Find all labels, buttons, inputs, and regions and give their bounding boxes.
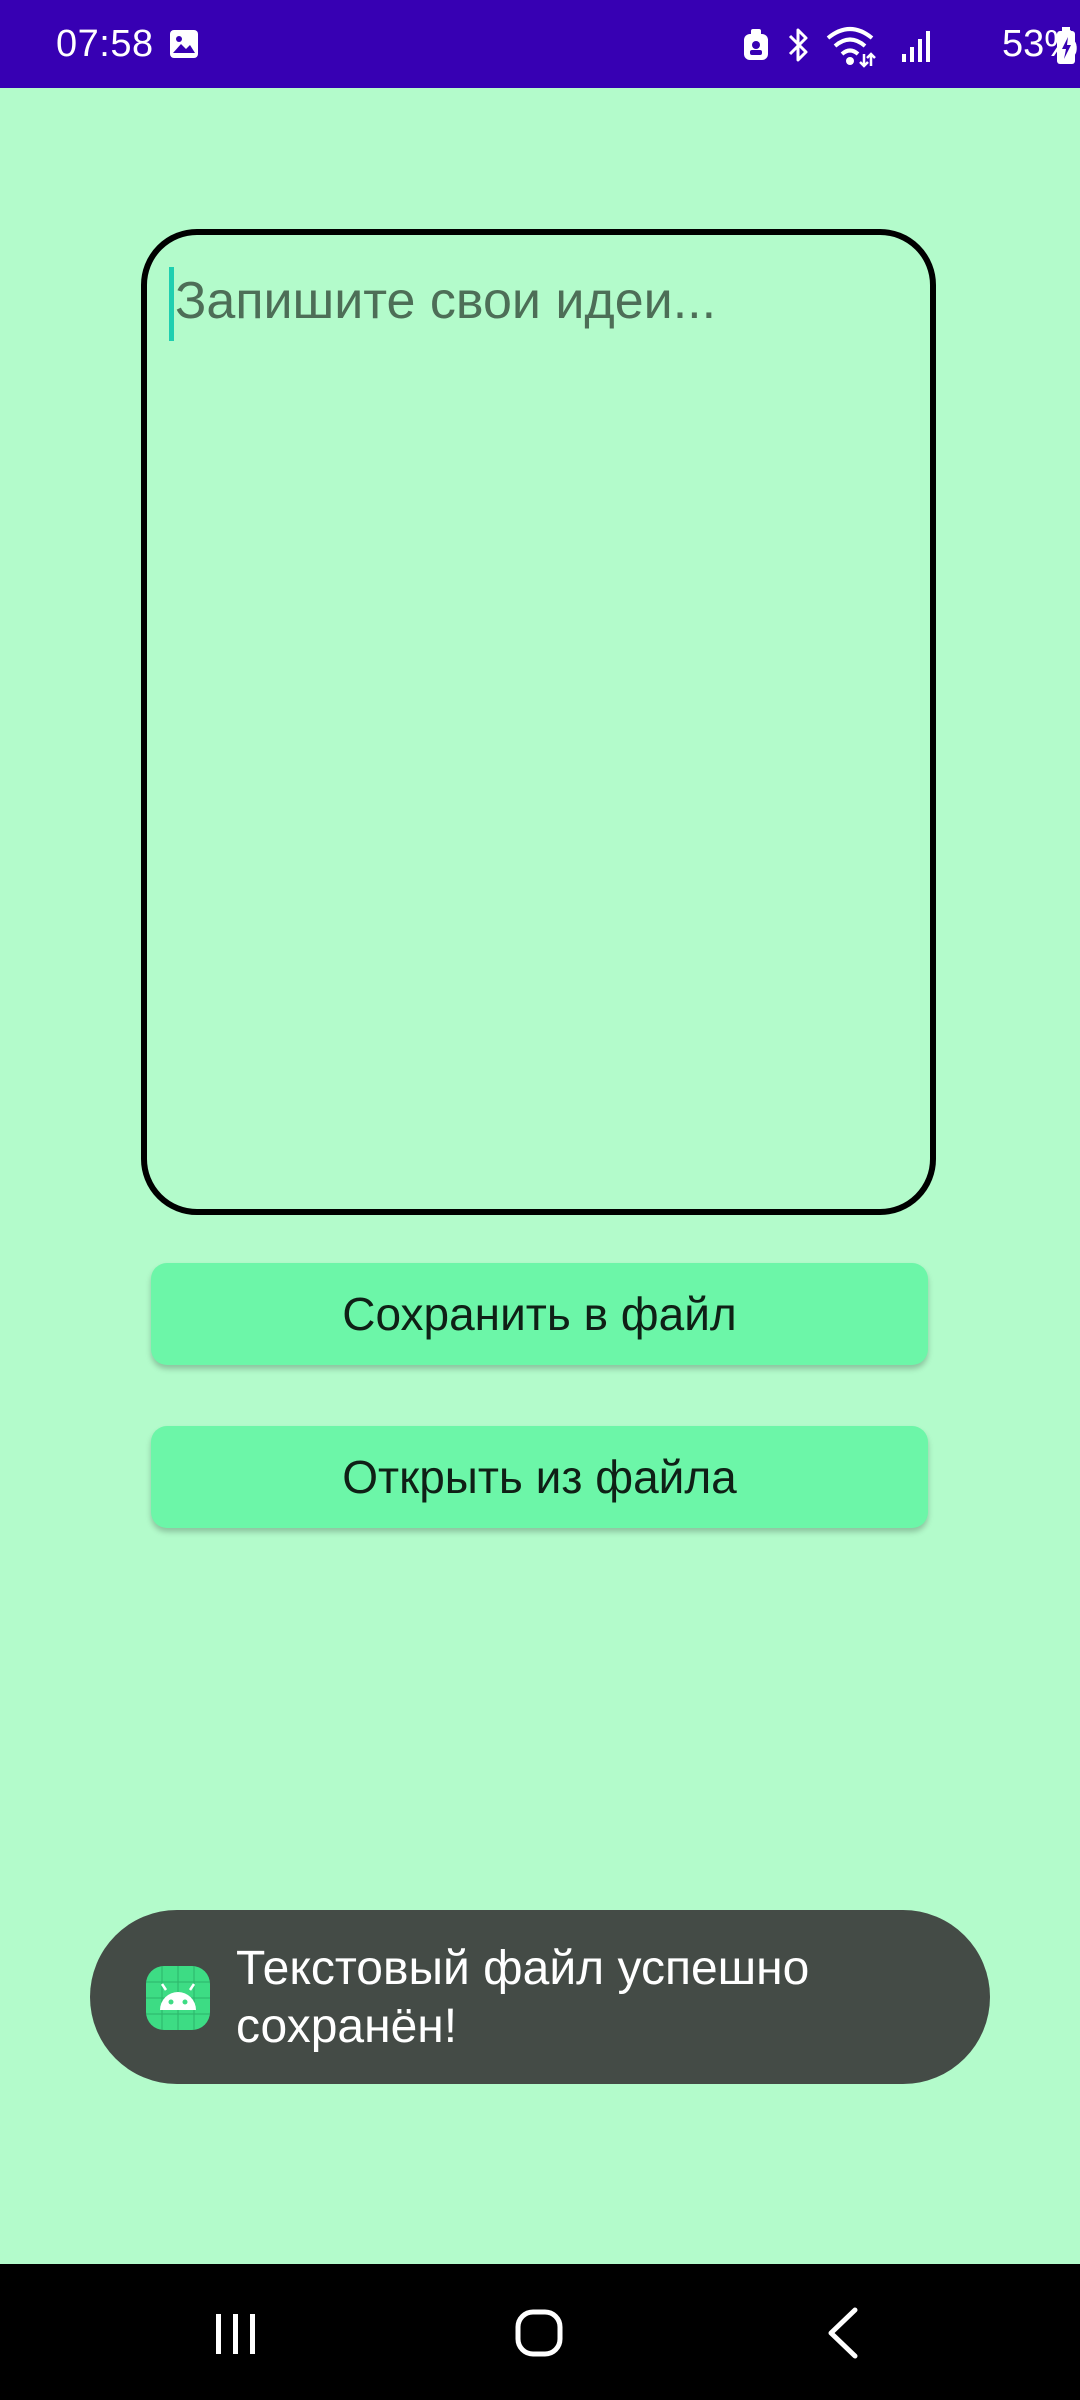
device-icon bbox=[744, 29, 768, 60]
toast-notification: Текстовый файл успешно сохранён! bbox=[90, 1910, 990, 2084]
status-icons: 53% bbox=[720, 0, 1080, 88]
battery-charging-icon bbox=[1057, 27, 1075, 64]
status-time: 07:58 bbox=[56, 23, 154, 65]
recents-icon[interactable] bbox=[176, 2264, 296, 2400]
home-icon[interactable] bbox=[478, 2264, 598, 2400]
signal-icon bbox=[902, 31, 930, 62]
gallery-icon bbox=[170, 30, 198, 58]
open-from-file-button[interactable]: Открыть из файла bbox=[151, 1426, 928, 1528]
android-app-icon bbox=[146, 1966, 210, 2030]
toast-message: Текстовый файл успешно сохранён! bbox=[236, 1942, 810, 2053]
save-to-file-button[interactable]: Сохранить в файл bbox=[151, 1263, 928, 1365]
bluetooth-icon bbox=[788, 28, 808, 62]
notes-placeholder: Запишите свои идеи... bbox=[175, 272, 717, 330]
navigation-bar bbox=[0, 2264, 1080, 2400]
back-icon[interactable] bbox=[780, 2264, 900, 2400]
text-cursor bbox=[169, 267, 174, 341]
status-bar: 07:58 53% bbox=[0, 0, 1080, 88]
wifi-icon bbox=[826, 27, 876, 68]
notes-input[interactable]: Запишите свои идеи... bbox=[141, 229, 936, 1215]
